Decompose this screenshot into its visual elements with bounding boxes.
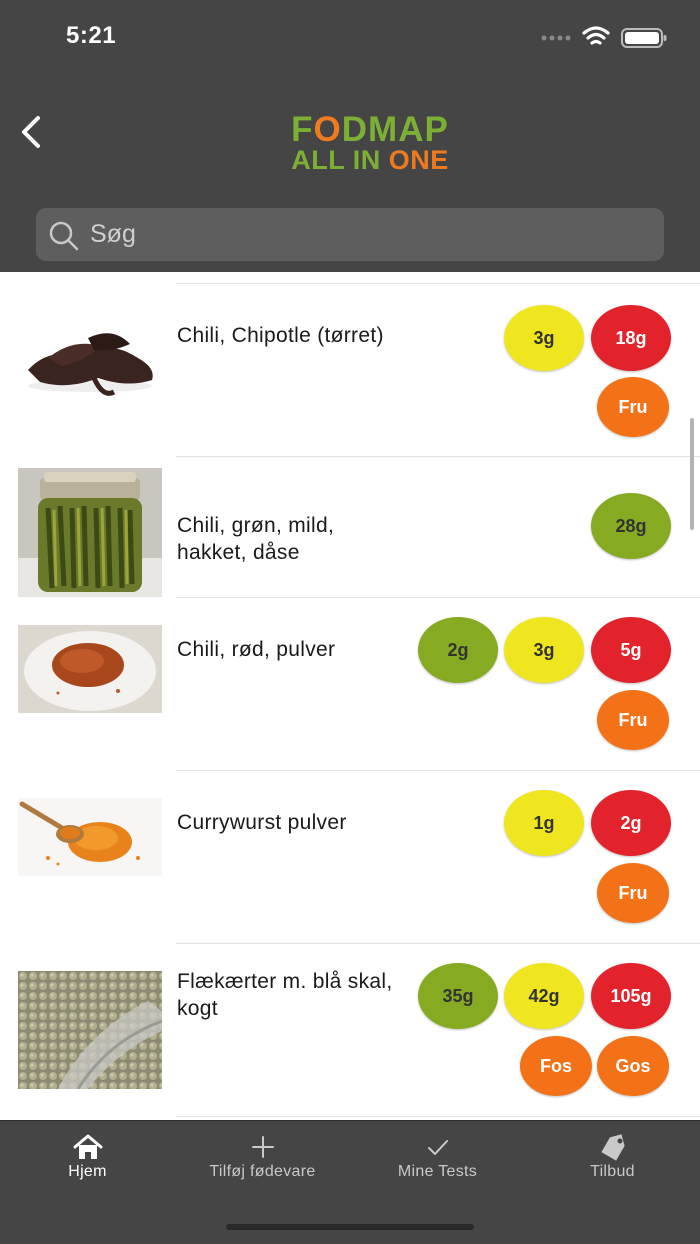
search-input[interactable] bbox=[90, 208, 650, 261]
amount-badge-red: 18g bbox=[591, 305, 671, 371]
tab-home[interactable]: Hjem bbox=[0, 1121, 175, 1201]
divider bbox=[176, 1116, 700, 1117]
food-row[interactable]: Chili, grøn, mild, hakket, dåse 28g bbox=[0, 457, 700, 597]
logo-text-part2: DMAP bbox=[341, 110, 449, 149]
food-name: Chili, rød, pulver bbox=[177, 638, 336, 661]
food-name: Chili, grøn, mild, hakket, dåse bbox=[177, 514, 335, 564]
tag-icon bbox=[601, 1134, 625, 1161]
amount-badge-yellow: 3g bbox=[504, 617, 584, 683]
food-image-red-chili-powder bbox=[18, 625, 162, 713]
tab-add-food[interactable]: Tilføj fødevare bbox=[175, 1121, 350, 1201]
food-row[interactable]: Chili, rød, pulver 2g 3g 5g Fru bbox=[0, 598, 700, 770]
search-icon bbox=[49, 221, 79, 251]
amount-badge-red: 2g bbox=[591, 790, 671, 856]
app-logo: FODMAP ALL IN ONE bbox=[268, 110, 472, 175]
fodmap-tag: Fru bbox=[597, 377, 669, 437]
scrollbar[interactable] bbox=[690, 418, 694, 530]
logo-text-o: O bbox=[313, 110, 342, 149]
status-icons bbox=[541, 26, 667, 48]
search-bar[interactable] bbox=[36, 208, 664, 261]
food-name: Flækærter m. blå skal, kogt bbox=[177, 970, 393, 1020]
food-name: Currywurst pulver bbox=[177, 811, 347, 834]
logo-subtitle-part2: ONE bbox=[388, 145, 449, 175]
plus-icon bbox=[252, 1136, 274, 1158]
food-image-split-peas bbox=[18, 971, 162, 1089]
fodmap-tag: Gos bbox=[597, 1036, 669, 1096]
status-time: 5:21 bbox=[66, 22, 117, 49]
tab-my-tests[interactable]: Mine Tests bbox=[350, 1121, 525, 1201]
food-image-green-chili bbox=[18, 468, 162, 597]
fodmap-tag: Fru bbox=[597, 690, 669, 750]
back-button[interactable] bbox=[14, 112, 54, 152]
tab-label: Tilføj fødevare bbox=[209, 1163, 316, 1180]
tab-label: Hjem bbox=[68, 1163, 107, 1180]
amount-badge-green: 2g bbox=[418, 617, 498, 683]
food-row[interactable]: Currywurst pulver 1g 2g Fru bbox=[0, 771, 700, 943]
signal-icon bbox=[541, 35, 571, 41]
chevron-left-icon bbox=[22, 116, 40, 148]
food-list[interactable]: Chili, Chipotle (tørret) 3g 18g Fru Chil… bbox=[0, 272, 700, 1120]
food-image-chipotle bbox=[18, 308, 162, 404]
amount-badge-yellow: 42g bbox=[504, 963, 584, 1029]
tab-label: Mine Tests bbox=[397, 1163, 478, 1180]
amount-badge-red: 105g bbox=[591, 963, 671, 1029]
amount-badge-green: 35g bbox=[418, 963, 498, 1029]
battery-icon bbox=[621, 28, 667, 48]
logo-text-part1: F bbox=[291, 110, 314, 149]
home-icon bbox=[73, 1134, 103, 1159]
food-row[interactable]: Flækærter m. blå skal, kogt 35g 42g 105g… bbox=[0, 944, 700, 1116]
tab-label: Tilbud bbox=[590, 1163, 635, 1180]
amount-badge-green: 28g bbox=[591, 493, 671, 559]
fodmap-tag: Fru bbox=[597, 863, 669, 923]
amount-badge-yellow: 1g bbox=[504, 790, 584, 856]
home-indicator bbox=[226, 1224, 474, 1230]
food-name: Chili, Chipotle (tørret) bbox=[177, 324, 384, 347]
app-header: 5:21 FODMAP ALL IN ONE bbox=[0, 0, 700, 272]
check-icon bbox=[428, 1140, 448, 1155]
amount-badge-yellow: 3g bbox=[504, 305, 584, 371]
amount-badge-red: 5g bbox=[591, 617, 671, 683]
food-row[interactable]: Chili, Chipotle (tørret) 3g 18g Fru bbox=[0, 284, 700, 456]
food-image-currywurst-powder bbox=[18, 798, 162, 876]
fodmap-tag: Fos bbox=[520, 1036, 592, 1096]
tab-offers[interactable]: Tilbud bbox=[525, 1121, 700, 1201]
logo-subtitle-part1: ALL IN bbox=[291, 145, 389, 175]
wifi-icon bbox=[582, 26, 610, 45]
